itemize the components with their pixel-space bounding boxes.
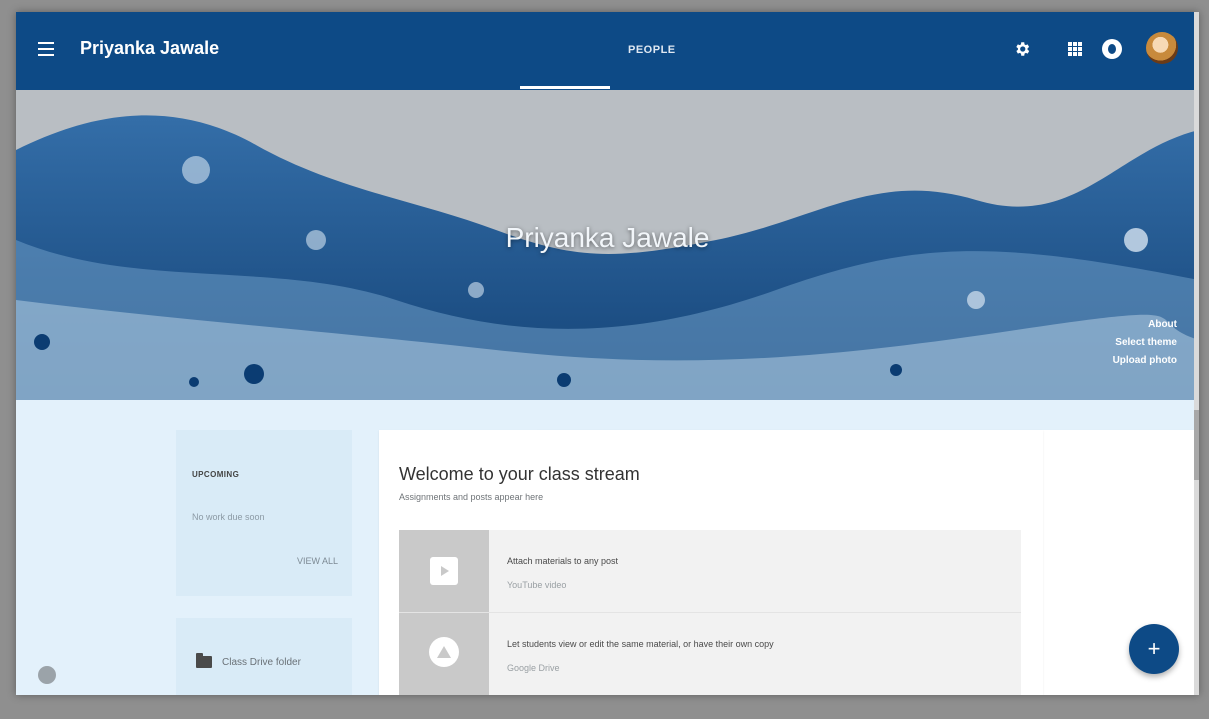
tip-subtitle: Google Drive bbox=[507, 663, 560, 673]
stream-welcome-subtitle: Assignments and posts appear here bbox=[399, 492, 544, 502]
tip-title: Attach materials to any post bbox=[507, 556, 619, 566]
classroom-window: Priyanka Jawale STREAM PEOPLE bbox=[16, 12, 1199, 695]
add-post-button[interactable]: + bbox=[1129, 624, 1179, 674]
drive-folder-card: Class Drive folder bbox=[176, 618, 352, 695]
upcoming-empty-text: No work due soon bbox=[192, 512, 265, 522]
menu-icon[interactable] bbox=[38, 42, 54, 56]
tip-icon-box bbox=[399, 530, 489, 612]
tip-attach-materials: Attach materials to any post YouTube vid… bbox=[399, 530, 1021, 612]
class-title: Priyanka Jawale bbox=[80, 38, 220, 58]
avatar[interactable] bbox=[1146, 32, 1178, 64]
tab-people[interactable]: PEOPLE bbox=[628, 44, 676, 56]
about-link[interactable]: About bbox=[1113, 316, 1177, 334]
google-drive-icon bbox=[429, 637, 459, 667]
upcoming-card: UPCOMING No work due soon VIEW ALL bbox=[176, 430, 352, 596]
stream-card: Welcome to your class stream Assignments… bbox=[379, 430, 1043, 695]
tip-drive-sharing: Let students view or edit the same mater… bbox=[399, 612, 1021, 695]
upload-photo-link[interactable]: Upload photo bbox=[1113, 352, 1177, 370]
scrollbar[interactable] bbox=[1194, 12, 1199, 695]
account-circle-icon[interactable] bbox=[1102, 39, 1122, 59]
apps-grid-icon[interactable] bbox=[1068, 42, 1082, 56]
tip-icon-box bbox=[399, 613, 489, 695]
select-theme-link[interactable]: Select theme bbox=[1113, 334, 1177, 352]
tip-title: Let students view or edit the same mater… bbox=[507, 639, 774, 649]
banner-links: About Select theme Upload photo bbox=[1113, 316, 1177, 370]
help-icon[interactable] bbox=[38, 666, 56, 684]
youtube-icon bbox=[430, 557, 458, 585]
scrollbar-thumb[interactable] bbox=[1194, 410, 1199, 480]
class-banner: Priyanka Jawale About Select theme Uploa… bbox=[16, 90, 1199, 400]
class-drive-folder-link[interactable]: Class Drive folder bbox=[222, 657, 301, 668]
active-tab-indicator bbox=[520, 86, 610, 89]
tip-subtitle: YouTube video bbox=[507, 580, 567, 590]
stream-welcome-title: Welcome to your class stream bbox=[399, 464, 640, 484]
upcoming-title: UPCOMING bbox=[192, 470, 240, 479]
folder-icon bbox=[196, 653, 212, 668]
banner-title: Priyanka Jawale bbox=[505, 222, 710, 253]
gear-icon[interactable] bbox=[1013, 40, 1031, 58]
app-bar: Priyanka Jawale STREAM PEOPLE bbox=[16, 12, 1199, 695]
view-all-button[interactable]: VIEW ALL bbox=[297, 556, 338, 566]
